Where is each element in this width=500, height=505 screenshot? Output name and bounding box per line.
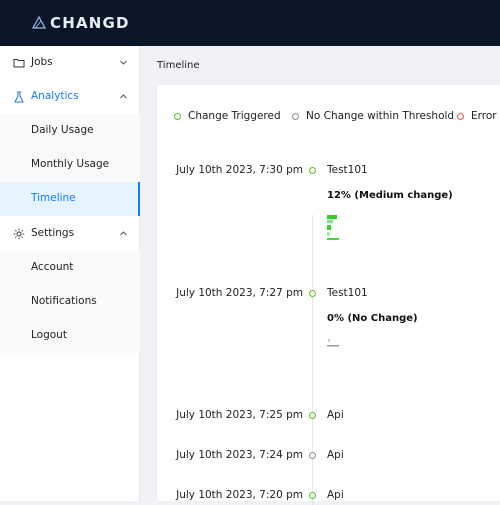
page-header: Timeline — [140, 46, 500, 84]
timeline-job-name[interactable]: Api — [327, 449, 344, 461]
sidebar-item-label: Monthly Usage — [31, 158, 110, 170]
timeline-job-name[interactable]: Test101 — [327, 164, 368, 176]
timeline-time: July 10th 2023, 7:27 pm — [176, 287, 303, 299]
brand-name: CHANGD — [50, 14, 130, 32]
timeline-change: 0% (No Change) — [327, 313, 418, 324]
screenshot-thumbnail[interactable] — [327, 338, 341, 348]
sidebar-item-label: Notifications — [31, 295, 97, 307]
legend-red-dot-icon — [457, 113, 464, 120]
sidebar-item-label: Settings — [31, 227, 75, 239]
legend-label: No Change within Threshold — [306, 110, 455, 122]
sidebar-item-label: Daily Usage — [31, 124, 94, 136]
timeline-time: July 10th 2023, 7:20 pm — [176, 489, 303, 501]
sidebar-item-logout[interactable]: Logout — [0, 319, 140, 353]
legend-grey-dot-icon — [292, 113, 299, 120]
timeline-time: July 10th 2023, 7:25 pm — [176, 409, 303, 421]
flask-icon — [14, 91, 24, 103]
sidebar-item-label: Account — [31, 261, 74, 273]
status-dot-icon — [309, 452, 316, 459]
timeline-job-name[interactable]: Api — [327, 409, 344, 421]
folder-icon — [13, 59, 25, 68]
sidebar-item-analytics[interactable]: Analytics — [0, 80, 140, 114]
chevron-up-icon — [120, 94, 127, 99]
sidebar-item-label: Jobs — [31, 56, 53, 68]
gear-icon — [13, 228, 25, 240]
timeline-axis — [312, 215, 313, 505]
timeline-card: Change Triggered No Change within Thresh… — [157, 85, 500, 505]
sidebar-item-account[interactable]: Account — [0, 251, 140, 285]
status-dot-icon — [309, 290, 316, 297]
legend-label: Error — [471, 110, 497, 122]
page-title: Timeline — [157, 60, 200, 71]
sidebar-item-daily-usage[interactable]: Daily Usage — [0, 114, 140, 148]
timeline-change: 12% (Medium change) — [327, 190, 453, 201]
legend-green-dot-icon — [174, 113, 181, 120]
sidebar-item-notifications[interactable]: Notifications — [0, 285, 140, 319]
sidebar-item-monthly-usage[interactable]: Monthly Usage — [0, 148, 140, 182]
top-bar: CHANGD — [0, 0, 500, 46]
sidebar-item-label: Logout — [31, 329, 67, 341]
sidebar-item-label: Analytics — [31, 90, 79, 102]
chevron-up-icon — [120, 231, 127, 236]
sidebar-item-jobs[interactable]: Jobs — [0, 46, 140, 80]
sidebar-item-timeline[interactable]: Timeline — [0, 182, 140, 216]
settings-submenu: Account Notifications Logout — [0, 251, 140, 353]
sidebar-item-settings[interactable]: Settings — [0, 217, 140, 251]
analytics-submenu: Daily Usage Monthly Usage Timeline — [0, 114, 140, 216]
brand-logo[interactable]: CHANGD — [32, 13, 130, 33]
timeline-time: July 10th 2023, 7:24 pm — [176, 449, 303, 461]
legend: Change Triggered No Change within Thresh… — [157, 110, 500, 124]
main-content: Timeline Change Triggered No Change with… — [140, 46, 500, 505]
chevron-down-icon — [120, 60, 127, 65]
legend-label: Change Triggered — [188, 110, 281, 122]
status-dot-icon — [309, 412, 316, 419]
screenshot-thumbnail[interactable] — [327, 215, 341, 241]
sidebar: Jobs Analytics Daily Usage Monthly Usage… — [0, 46, 140, 501]
sidebar-item-label: Timeline — [31, 192, 76, 204]
timeline-job-name[interactable]: Api — [327, 489, 344, 501]
status-dot-icon — [309, 492, 316, 499]
timeline-job-name[interactable]: Test101 — [327, 287, 368, 299]
timeline-time: July 10th 2023, 7:30 pm — [176, 164, 303, 176]
logo-triangle-icon — [32, 16, 46, 29]
status-dot-icon — [309, 167, 316, 174]
